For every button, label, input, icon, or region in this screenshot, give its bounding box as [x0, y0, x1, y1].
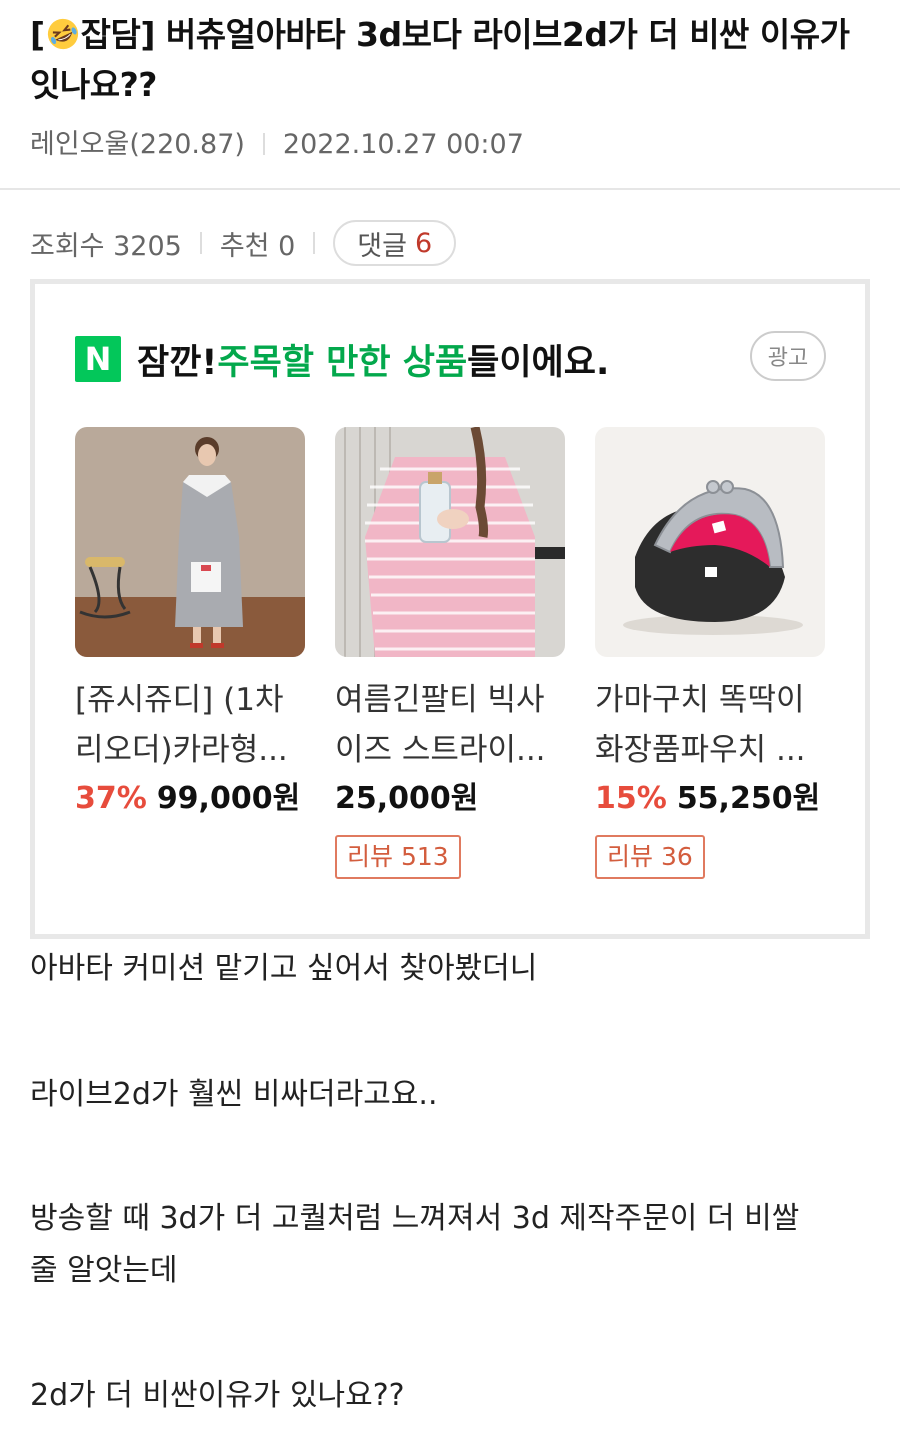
post-body-paragraph: 방송할 때 3d가 더 고퀄처럼 느껴져서 3d 제작주문이 더 비쌀 줄 알앗… — [30, 1193, 870, 1297]
post-body-paragraph: 아바타 커미션 맡기고 싶어서 찾아봤더니 — [30, 951, 538, 986]
ad-badge[interactable]: 광고 — [750, 331, 826, 381]
product-name-line: [쥬시쥬디] (1차 — [75, 682, 284, 718]
product-name-line: 이즈 스트라이... — [335, 732, 546, 768]
post-header: [ 잡담] 버츄얼아바타 3d보다 라이브2d가 더 비싼 이유가 잇나요?? … — [0, 0, 900, 190]
product-name[interactable]: [쥬시쥬디] (1차 리오더)카라형... — [75, 675, 305, 775]
post-stats: 조회수 3205 추천 0 댓글 6 — [30, 220, 457, 266]
ad-product-box: N 잠깐! 주목할 만한 상품 들이에요. 광고 [쥬시쥬디] (1차 리오더)… — [30, 279, 870, 939]
ad-headline: N 잠깐! 주목할 만한 상품 들이에요. — [75, 334, 609, 384]
product-name-line: 여름긴팔티 빅사 — [335, 682, 545, 718]
product-card[interactable]: 여름긴팔티 빅사 이즈 스트라이... 25,000원 리뷰 513 — [335, 427, 565, 879]
rofl-emoji-icon — [47, 18, 78, 50]
product-discount: 15% — [595, 781, 667, 816]
post-body-line: 줄 알앗는데 — [30, 1253, 178, 1288]
ad-headline-highlight: 주목할 만한 상품 — [217, 342, 468, 383]
post-meta: 레인오울(220.87) 2022.10.27 00:07 — [30, 122, 524, 161]
product-card[interactable]: 가마구치 똑딱이 화장품파우치 ... 15% 55,250원 리뷰 36 — [595, 427, 825, 879]
view-count: 조회수 3205 — [30, 230, 182, 262]
ad-headline-part2: 들이에요. — [467, 342, 610, 383]
product-card[interactable]: [쥬시쥬디] (1차 리오더)카라형... 37% 99,000원 — [75, 427, 305, 819]
product-name[interactable]: 가마구치 똑딱이 화장품파우치 ... — [595, 675, 825, 775]
product-name[interactable]: 여름긴팔티 빅사 이즈 스트라이... — [335, 675, 565, 775]
product-price-value: 55,250원 — [676, 781, 821, 816]
comment-label: 댓글 — [357, 230, 407, 262]
product-price-value: 99,000원 — [156, 781, 301, 816]
post-category: 잡담] — [80, 15, 156, 54]
naver-logo-icon: N — [75, 336, 121, 382]
comment-count: 6 — [414, 227, 433, 259]
product-name-line: 화장품파우치 ... — [595, 732, 806, 768]
comment-count-button[interactable]: 댓글 6 — [333, 220, 457, 266]
author-name[interactable]: 레인오울(220.87) — [30, 129, 245, 160]
post-body-paragraph: 2d가 더 비싼이유가 있나요?? — [30, 1378, 405, 1413]
product-review-count: 리뷰 36 — [595, 835, 705, 879]
stats-divider — [199, 232, 202, 254]
post-body-paragraph: 라이브2d가 훨씬 비싸더라고요.. — [30, 1077, 438, 1112]
recommend-count: 추천 0 — [219, 230, 296, 262]
product-price: 37% 99,000원 — [75, 779, 305, 819]
ad-headline-part1: 잠깐! — [137, 342, 218, 383]
post-title: [ 잡담] 버츄얼아바타 3d보다 라이브2d가 더 비싼 이유가 잇나요?? — [30, 10, 875, 110]
meta-divider — [262, 133, 265, 155]
product-price: 15% 55,250원 — [595, 779, 825, 819]
product-name-line: 리오더)카라형... — [75, 732, 288, 768]
product-name-line: 가마구치 똑딱이 — [595, 682, 805, 718]
product-image-striped-tee[interactable] — [335, 427, 565, 657]
product-image-dress[interactable] — [75, 427, 305, 657]
product-image-pouch[interactable] — [595, 427, 825, 657]
post-datetime: 2022.10.27 00:07 — [282, 129, 524, 160]
product-review-count: 리뷰 513 — [335, 835, 461, 879]
stats-divider — [313, 232, 316, 254]
product-price-value: 25,000원 — [335, 781, 479, 816]
post-body-line: 방송할 때 3d가 더 고퀄처럼 느껴져서 3d 제작주문이 더 비쌀 — [30, 1201, 800, 1236]
product-discount: 37% — [75, 781, 147, 816]
title-bracket: [ — [30, 15, 45, 54]
product-price: 25,000원 — [335, 779, 565, 819]
